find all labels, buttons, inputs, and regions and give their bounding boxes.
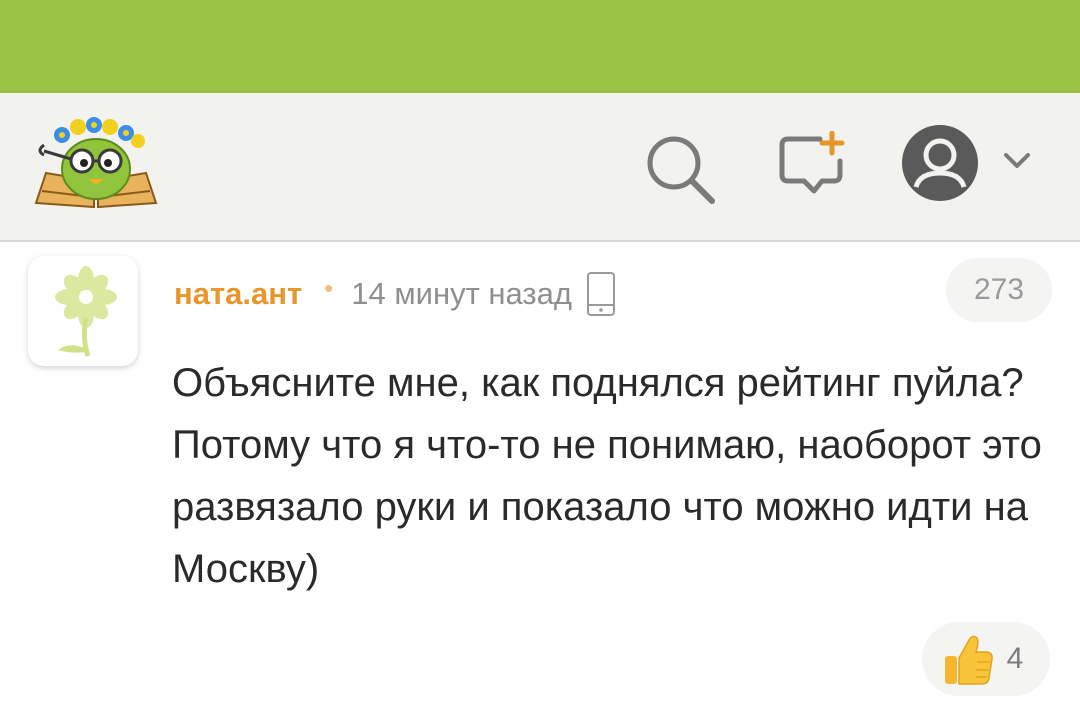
profile-menu[interactable] [898, 123, 1038, 203]
like-button[interactable]: 4 [922, 622, 1050, 696]
chevron-down-icon[interactable] [1002, 149, 1032, 173]
comment-time: 14 минут назад [351, 276, 572, 311]
app-header [0, 93, 1080, 242]
search-icon[interactable] [644, 133, 716, 205]
thumbs-up-icon [944, 635, 993, 685]
avatar-icon[interactable] [900, 123, 980, 203]
app-logo[interactable] [30, 111, 162, 211]
phone-icon [586, 272, 615, 316]
comment: ната.ант • 14 минут назад 273 Объясните … [0, 242, 1080, 726]
meta-separator: • [324, 272, 334, 303]
author-rating-badge: 273 [946, 258, 1052, 322]
comment-text: Объясните мне, как поднялся рейтинг пуйл… [172, 361, 1042, 591]
status-bar [0, 0, 1080, 93]
comment-meta: ната.ант • 14 минут назад [174, 272, 616, 316]
add-post-icon[interactable] [776, 130, 850, 197]
like-count: 4 [1006, 642, 1024, 675]
comment-avatar[interactable] [28, 256, 138, 366]
author-name[interactable]: ната.ант [174, 276, 302, 312]
